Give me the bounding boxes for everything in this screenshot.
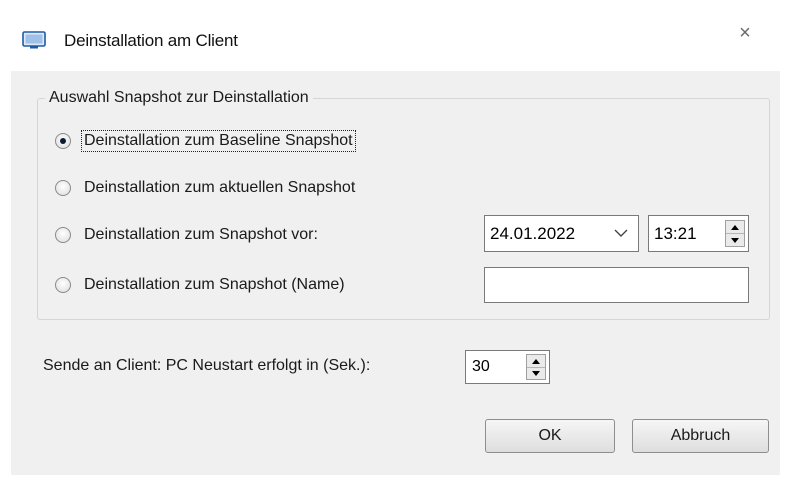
cancel-button[interactable]: Abbruch bbox=[632, 419, 769, 453]
arrow-up-icon bbox=[532, 358, 540, 364]
time-spin-buttons bbox=[725, 220, 745, 247]
radio-snapshot-before[interactable]: Deinstallation zum Snapshot vor: bbox=[55, 222, 319, 248]
groupbox-legend: Auswahl Snapshot zur Deinstallation bbox=[45, 89, 313, 107]
radio-snapshot-name[interactable]: Deinstallation zum Snapshot (Name) bbox=[55, 272, 346, 298]
spin-up-button[interactable] bbox=[726, 221, 744, 234]
radio-button[interactable] bbox=[55, 227, 71, 243]
radio-label: Deinstallation zum aktuellen Snapshot bbox=[84, 179, 356, 196]
radio-button[interactable] bbox=[55, 277, 71, 293]
snapshot-name-input[interactable] bbox=[484, 267, 749, 303]
radio-current-snapshot[interactable]: Deinstallation zum aktuellen Snapshot bbox=[55, 175, 356, 201]
radio-button[interactable] bbox=[55, 180, 71, 196]
radio-label: Deinstallation zum Snapshot (Name) bbox=[84, 276, 345, 293]
arrow-down-icon bbox=[731, 237, 739, 243]
window-title: Deinstallation am Client bbox=[64, 31, 238, 50]
restart-delay-label: Sende an Client: PC Neustart erfolgt in … bbox=[43, 357, 371, 374]
title-bar: Deinstallation am Client × bbox=[0, 0, 791, 71]
spin-down-button[interactable] bbox=[527, 367, 545, 379]
date-picker[interactable]: 24.01.2022 bbox=[484, 215, 639, 252]
restart-spin-buttons bbox=[526, 354, 546, 380]
time-spinner[interactable]: 13:21 bbox=[648, 215, 749, 252]
date-value: 24.01.2022 bbox=[490, 224, 576, 243]
radio-label: Deinstallation zum Snapshot vor: bbox=[84, 226, 318, 243]
restart-delay-spinner[interactable]: 30 bbox=[465, 350, 550, 384]
spin-down-button[interactable] bbox=[726, 234, 744, 246]
close-icon: × bbox=[739, 21, 751, 44]
radio-label: Deinstallation zum Baseline Snapshot bbox=[81, 130, 356, 152]
chevron-down-icon[interactable] bbox=[612, 224, 630, 242]
arrow-up-icon bbox=[731, 224, 739, 230]
monitor-icon bbox=[22, 31, 46, 49]
close-button[interactable]: × bbox=[720, 14, 770, 52]
time-value: 13:21 bbox=[654, 224, 697, 243]
radio-button-checked[interactable] bbox=[55, 133, 71, 149]
restart-delay-value: 30 bbox=[472, 358, 490, 375]
arrow-down-icon bbox=[532, 370, 540, 376]
ok-button[interactable]: OK bbox=[485, 419, 615, 453]
radio-baseline-snapshot[interactable]: Deinstallation zum Baseline Snapshot bbox=[55, 128, 356, 154]
